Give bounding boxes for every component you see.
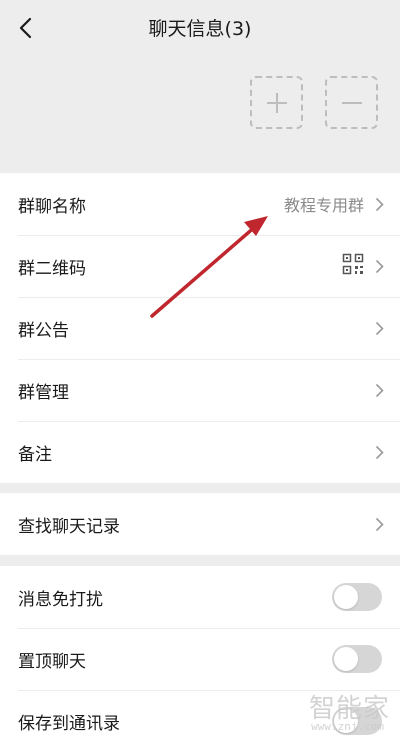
mute-toggle[interactable] bbox=[332, 583, 382, 611]
pin-row: 置顶聊天 bbox=[0, 628, 400, 690]
save-contacts-toggle[interactable] bbox=[332, 707, 382, 735]
add-member-button[interactable] bbox=[250, 76, 303, 129]
settings-group-search: 查找聊天记录 bbox=[0, 493, 400, 555]
remove-member-button[interactable] bbox=[325, 76, 378, 129]
group-manage-label: 群管理 bbox=[18, 382, 69, 403]
save-contacts-row: 保存到通讯录 bbox=[0, 690, 400, 750]
settings-group-toggles: 消息免打扰 置顶聊天 保存到通讯录 bbox=[0, 566, 400, 750]
chevron-right-icon bbox=[372, 321, 386, 335]
chevron-right-icon bbox=[372, 445, 386, 459]
chevron-right-icon bbox=[372, 197, 386, 211]
remark-row[interactable]: 备注 bbox=[0, 421, 400, 483]
plus-icon bbox=[266, 92, 287, 113]
settings-group-info: 群聊名称 教程专用群 群二维码 群公告 群管理 备注 bbox=[0, 173, 400, 483]
qr-code-icon bbox=[342, 253, 364, 279]
announcement-label: 群公告 bbox=[18, 320, 69, 341]
chevron-right-icon bbox=[372, 259, 386, 273]
minus-icon bbox=[341, 101, 362, 104]
group-name-row[interactable]: 群聊名称 教程专用群 bbox=[0, 173, 400, 235]
mute-row: 消息免打扰 bbox=[0, 566, 400, 628]
announcement-row[interactable]: 群公告 bbox=[0, 297, 400, 359]
chevron-right-icon bbox=[372, 383, 386, 397]
page-title: 聊天信息(3) bbox=[148, 18, 252, 40]
mute-label: 消息免打扰 bbox=[18, 589, 103, 610]
qr-code-label: 群二维码 bbox=[18, 258, 86, 279]
remark-label: 备注 bbox=[18, 444, 52, 465]
group-manage-row[interactable]: 群管理 bbox=[0, 359, 400, 421]
search-history-row[interactable]: 查找聊天记录 bbox=[0, 493, 400, 555]
group-name-label: 群聊名称 bbox=[18, 196, 86, 217]
pin-toggle[interactable] bbox=[332, 645, 382, 673]
group-name-value: 教程专用群 bbox=[283, 196, 364, 215]
qr-code-row[interactable]: 群二维码 bbox=[0, 235, 400, 297]
search-history-label: 查找聊天记录 bbox=[18, 516, 120, 537]
top-bar: 聊天信息(3) bbox=[0, 0, 400, 56]
members-area bbox=[0, 56, 400, 164]
save-contacts-label: 保存到通讯录 bbox=[18, 713, 120, 734]
chevron-right-icon bbox=[372, 517, 386, 531]
pin-label: 置顶聊天 bbox=[18, 651, 86, 672]
